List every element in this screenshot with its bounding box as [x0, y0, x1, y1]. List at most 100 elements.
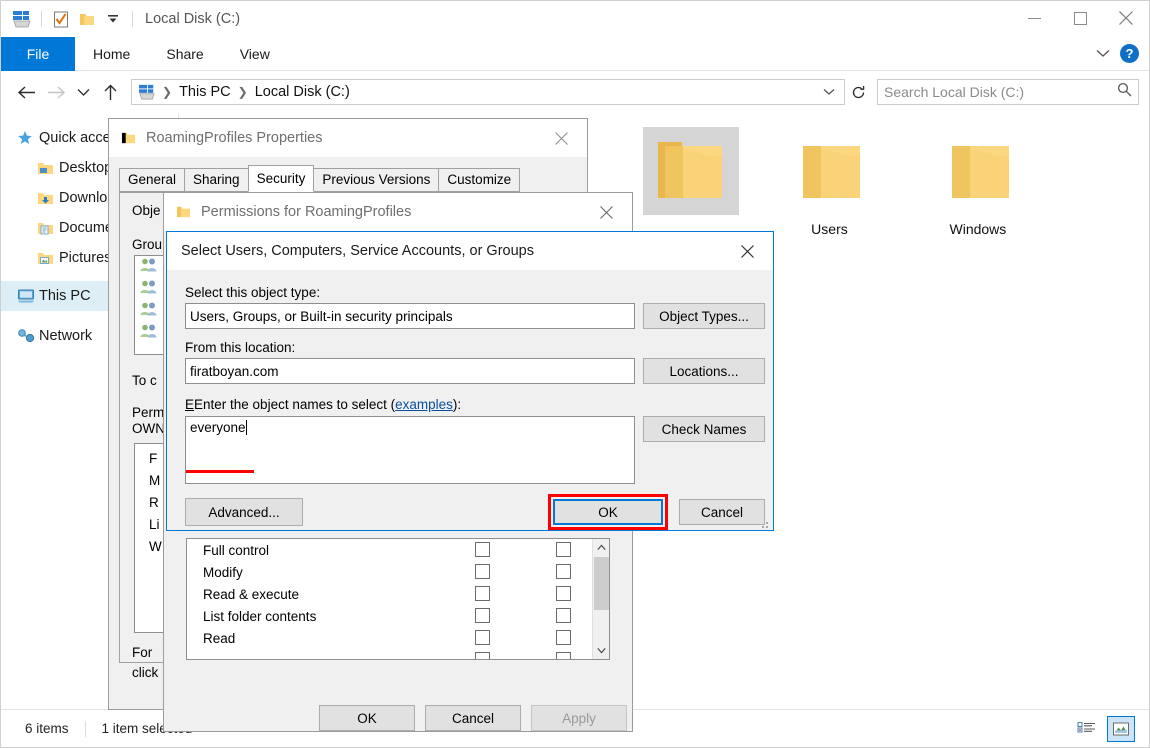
everyone-underline-annotation	[186, 470, 254, 473]
scrollbar-thumb[interactable]	[594, 557, 609, 610]
file-tile-label: Users	[811, 221, 848, 237]
object-type-field[interactable]: Users, Groups, or Built-in security prin…	[185, 303, 635, 329]
select-users-cancel-button[interactable]: Cancel	[679, 499, 765, 525]
object-type-label: Select this object type:	[185, 285, 321, 300]
customize-qat-dropdown-icon[interactable]	[100, 8, 126, 30]
ribbon-tab-file[interactable]: File	[1, 37, 75, 71]
select-users-ok-button[interactable]: OK	[553, 499, 663, 525]
documents-folder-icon	[37, 221, 59, 236]
forward-button[interactable]	[41, 78, 71, 106]
object-names-label-pre: Enter the object names to select (	[194, 397, 396, 412]
users-group-icon	[139, 257, 159, 278]
advanced-button[interactable]: Advanced...	[185, 498, 303, 526]
users-group-icon	[139, 301, 159, 322]
ribbon-tab-share[interactable]: Share	[148, 37, 221, 71]
perm-row-label: R	[149, 495, 159, 510]
properties-tab-strip: General Sharing Security Previous Versio…	[119, 165, 521, 192]
permissions-cancel-button[interactable]: Cancel	[425, 705, 521, 731]
this-pc-drive-icon[interactable]	[9, 8, 35, 30]
ribbon-tab-home[interactable]: Home	[75, 37, 148, 71]
this-pc-icon	[17, 288, 39, 304]
check-names-button[interactable]: Check Names	[643, 416, 765, 442]
deny-checkbox[interactable]	[556, 586, 571, 601]
minimize-button[interactable]	[1011, 1, 1057, 35]
close-button[interactable]	[586, 197, 626, 227]
permissions-scrollbar[interactable]	[592, 539, 609, 659]
recent-locations-button[interactable]	[71, 78, 95, 106]
perm-row-label: F	[149, 451, 158, 466]
location-field[interactable]: firatboyan.com	[185, 358, 635, 384]
file-tile-users[interactable]: Users	[775, 127, 883, 237]
search-icon[interactable]	[1117, 82, 1132, 102]
help-icon[interactable]: ?	[1120, 44, 1139, 63]
examples-link[interactable]: examples	[395, 397, 453, 412]
select-users-title: Select Users, Computers, Service Account…	[181, 243, 534, 259]
deny-checkbox[interactable]	[556, 542, 571, 557]
deny-checkbox[interactable]	[556, 564, 571, 579]
title-bar: Local Disk (C:)	[1, 1, 1149, 37]
chevron-down-icon[interactable]	[1096, 45, 1110, 63]
folder-icon	[643, 127, 739, 215]
footer-label-2: click	[132, 665, 159, 680]
scroll-down-arrow[interactable]	[593, 642, 609, 659]
tab-previous-versions[interactable]: Previous Versions	[313, 168, 440, 192]
details-view-button[interactable]	[1073, 716, 1101, 742]
up-one-level-button[interactable]	[95, 78, 125, 106]
perm-row-label: W	[149, 539, 162, 554]
status-item-count: 6 items	[25, 721, 69, 736]
breadcrumb-local-disk[interactable]: Local Disk (C:)	[250, 84, 355, 100]
location-label: From this location:	[185, 340, 296, 355]
object-name-label: Obje	[132, 203, 161, 218]
tab-sharing[interactable]: Sharing	[184, 168, 249, 192]
ribbon-tab-view[interactable]: View	[222, 37, 288, 71]
deny-checkbox[interactable]	[556, 652, 571, 659]
deny-checkbox[interactable]	[556, 608, 571, 623]
new-folder-icon[interactable]	[74, 8, 100, 30]
allow-checkbox[interactable]	[475, 652, 490, 659]
permissions-list[interactable]: Full control Modify Read & execute List …	[186, 538, 610, 660]
tab-general[interactable]: General	[119, 168, 186, 192]
file-tile-windows[interactable]: Windows	[924, 127, 1032, 237]
back-button[interactable]	[11, 78, 41, 106]
search-input[interactable]: Search Local Disk (C:)	[877, 79, 1139, 105]
chevron-down-icon[interactable]	[818, 88, 840, 96]
permission-row-label: Read	[203, 631, 236, 646]
allow-checkbox[interactable]	[475, 564, 490, 579]
refresh-button[interactable]	[845, 79, 871, 105]
object-names-label-e: E	[185, 397, 195, 412]
toolbar-divider-1	[41, 11, 42, 27]
tab-security[interactable]: Security	[247, 165, 315, 192]
breadcrumb-this-pc[interactable]: This PC	[174, 84, 236, 100]
ribbon-tabs: File Home Share View ?	[1, 37, 1149, 71]
folder-icon	[176, 205, 191, 219]
maximize-button[interactable]	[1057, 1, 1103, 35]
resize-grip[interactable]	[759, 517, 771, 529]
locations-button[interactable]: Locations...	[643, 358, 765, 384]
close-button[interactable]	[1103, 1, 1149, 35]
to-change-label: To c	[132, 373, 157, 388]
allow-checkbox[interactable]	[475, 608, 490, 623]
large-icons-view-button[interactable]	[1107, 715, 1135, 742]
close-button[interactable]	[727, 236, 767, 266]
allow-checkbox[interactable]	[475, 586, 490, 601]
permissions-ok-button[interactable]: OK	[319, 705, 415, 731]
permissions-title: Permissions for RoamingProfiles	[201, 204, 412, 220]
allow-checkbox[interactable]	[475, 630, 490, 645]
desktop-folder-icon	[37, 161, 59, 176]
breadcrumb-separator-2: ❯	[237, 85, 248, 99]
tab-customize[interactable]: Customize	[438, 168, 521, 192]
star-icon	[17, 130, 39, 146]
select-users-body: Select this object type: Users, Groups, …	[167, 270, 773, 530]
allow-checkbox[interactable]	[475, 542, 490, 557]
deny-checkbox[interactable]	[556, 630, 571, 645]
close-button[interactable]	[541, 123, 581, 153]
file-tile-roamingprofiles[interactable]	[637, 127, 745, 221]
object-names-textarea[interactable]: everyone	[185, 416, 635, 484]
object-names-label-post: ):	[452, 397, 462, 412]
object-types-button[interactable]: Object Types...	[643, 303, 765, 329]
permission-row-label: List folder contents	[203, 609, 317, 624]
permission-row-label: Read & execute	[203, 587, 300, 602]
scroll-up-arrow[interactable]	[593, 539, 609, 556]
properties-checkmark-icon[interactable]	[48, 8, 74, 30]
address-bar[interactable]: ❯ This PC ❯ Local Disk (C:)	[131, 79, 845, 105]
